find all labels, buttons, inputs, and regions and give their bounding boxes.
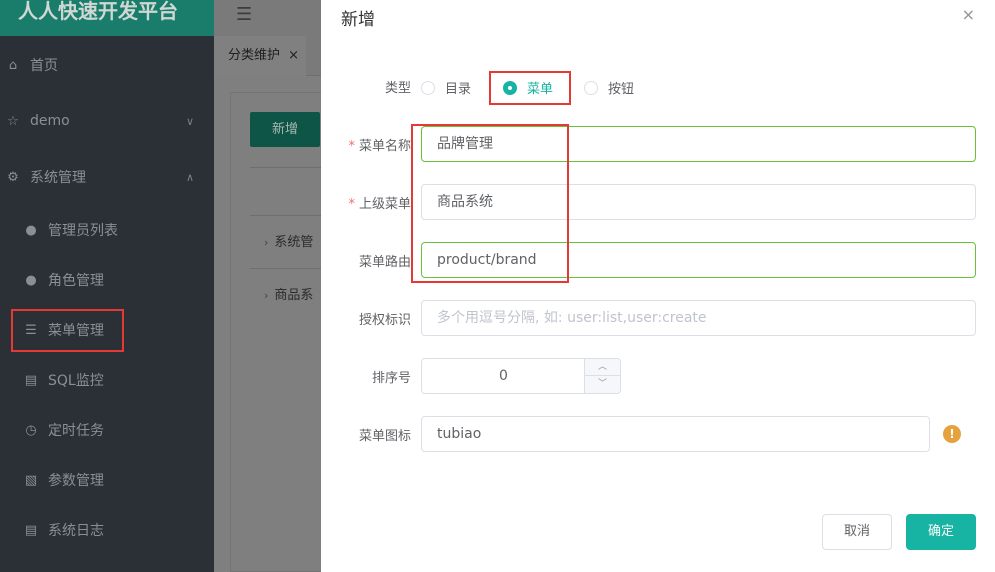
required-mark: * xyxy=(348,197,355,212)
clock-icon: ◷ xyxy=(25,422,37,438)
sidebar-item-label: 首页 xyxy=(30,58,58,74)
add-menu-dialog: 新增 × 类型 目录 菜单 按钮 * 菜单名称 品牌管理 * 上级菜单 商品系统 菜… xyxy=(321,0,995,572)
sidebar-item-home[interactable]: ⌂ 首页 xyxy=(0,40,214,90)
dialog-title: 新增 xyxy=(341,10,375,30)
close-icon[interactable]: × xyxy=(962,5,975,24)
sidebar-item-menus[interactable]: ☰ 菜单管理 xyxy=(0,305,214,355)
monitor-icon: ▤ xyxy=(24,372,38,388)
close-icon[interactable]: × xyxy=(288,48,299,63)
sidebar-item-label: 角色管理 xyxy=(48,273,104,289)
user-icon: ● xyxy=(25,222,37,238)
log-icon: ▤ xyxy=(24,522,38,538)
role-icon: ● xyxy=(25,272,37,288)
row-label: 商品系 xyxy=(274,288,314,303)
gear-icon: ⚙ xyxy=(7,169,19,185)
star-icon: ☆ xyxy=(7,113,19,129)
sidebar-item-label: 管理员列表 xyxy=(48,223,118,239)
add-button[interactable]: 新增 xyxy=(250,112,320,147)
radio-circle-icon xyxy=(584,80,598,95)
sidebar-item-system[interactable]: ⚙ 系统管理 ∧ xyxy=(0,152,214,202)
sidebar-item-params[interactable]: ▧ 参数管理 xyxy=(0,455,214,505)
increase-icon[interactable]: ︿ xyxy=(584,359,620,376)
chevron-up-icon: ∧ xyxy=(185,170,194,184)
order-stepper[interactable]: 0 ︿ ﹀ xyxy=(421,358,621,394)
hamburger-icon[interactable]: ☰ xyxy=(236,4,252,25)
parent-menu-input[interactable]: 商品系统 xyxy=(421,184,976,220)
app-brand: 人人快速开发平台 xyxy=(0,0,214,36)
home-icon: ⌂ xyxy=(8,57,18,73)
tab-label: 分类维护 xyxy=(228,48,281,63)
type-label: 类型 xyxy=(384,81,411,96)
radio-label: 菜单 xyxy=(527,82,554,97)
tab-category[interactable]: 分类维护 × xyxy=(214,36,306,76)
decrease-icon[interactable]: ﹀ xyxy=(584,376,620,393)
chevron-right-icon[interactable]: › xyxy=(264,236,268,249)
chevron-right-icon[interactable]: › xyxy=(264,289,268,302)
sidebar-item-roles[interactable]: ● 角色管理 xyxy=(0,255,214,305)
sidebar-item-demo[interactable]: ☆ demo ∨ xyxy=(0,96,214,146)
sidebar-item-label: 菜单管理 xyxy=(48,323,104,339)
icon-label: 菜单图标 xyxy=(358,429,411,444)
icon-input[interactable]: tubiao xyxy=(421,416,930,452)
route-input[interactable]: product/brand xyxy=(421,242,976,278)
radio-button[interactable]: 按钮 xyxy=(584,78,634,97)
sidebar-item-label: 系统管理 xyxy=(30,170,86,186)
chevron-down-icon: ∨ xyxy=(185,114,194,128)
sidebar-item-label: 参数管理 xyxy=(48,473,104,489)
sidebar-item-admin-list[interactable]: ● 管理员列表 xyxy=(0,205,214,255)
doc-settings-icon: ▧ xyxy=(24,472,38,488)
parent-menu-label: * 上级菜单 xyxy=(348,197,411,212)
radio-menu[interactable]: 菜单 xyxy=(503,78,553,97)
order-value[interactable]: 0 xyxy=(422,359,585,393)
table-header xyxy=(250,167,322,215)
sidebar-item-label: demo xyxy=(30,113,70,129)
required-mark: * xyxy=(348,139,355,154)
sidebar-item-schedule[interactable]: ◷ 定时任务 xyxy=(0,405,214,455)
radio-circle-icon xyxy=(421,80,435,95)
sidebar-item-logs[interactable]: ▤ 系统日志 xyxy=(0,505,214,555)
confirm-button[interactable]: 确定 xyxy=(906,514,976,550)
perms-input[interactable]: 多个用逗号分隔, 如: user:list,user:create xyxy=(421,300,976,336)
sidebar: 人人快速开发平台 ⌂ 首页 ☆ demo ∨ ⚙ 系统管理 ∧ ● 管理员列表 … xyxy=(0,0,214,572)
warning-icon[interactable]: ! xyxy=(943,425,961,443)
cancel-button[interactable]: 取消 xyxy=(822,514,892,550)
radio-label: 按钮 xyxy=(608,82,635,97)
order-label: 排序号 xyxy=(371,371,411,386)
perms-label: 授权标识 xyxy=(358,313,411,328)
menu-name-input[interactable]: 品牌管理 xyxy=(421,126,976,162)
sidebar-item-sql-monitor[interactable]: ▤ SQL监控 xyxy=(0,355,214,405)
route-label: 菜单路由 xyxy=(358,255,411,270)
radio-checked-icon xyxy=(503,80,517,95)
radio-directory[interactable]: 目录 xyxy=(421,78,471,97)
list-icon: ☰ xyxy=(25,322,37,338)
radio-label: 目录 xyxy=(445,82,472,97)
sidebar-item-label: SQL监控 xyxy=(48,373,104,389)
sidebar-item-label: 系统日志 xyxy=(48,523,104,539)
sidebar-item-label: 定时任务 xyxy=(48,423,104,439)
menu-name-label: * 菜单名称 xyxy=(348,139,411,154)
row-label: 系统管 xyxy=(274,235,314,250)
table-row[interactable]: › 商品系 xyxy=(250,268,322,321)
table-row[interactable]: › 系统管 xyxy=(250,215,322,268)
